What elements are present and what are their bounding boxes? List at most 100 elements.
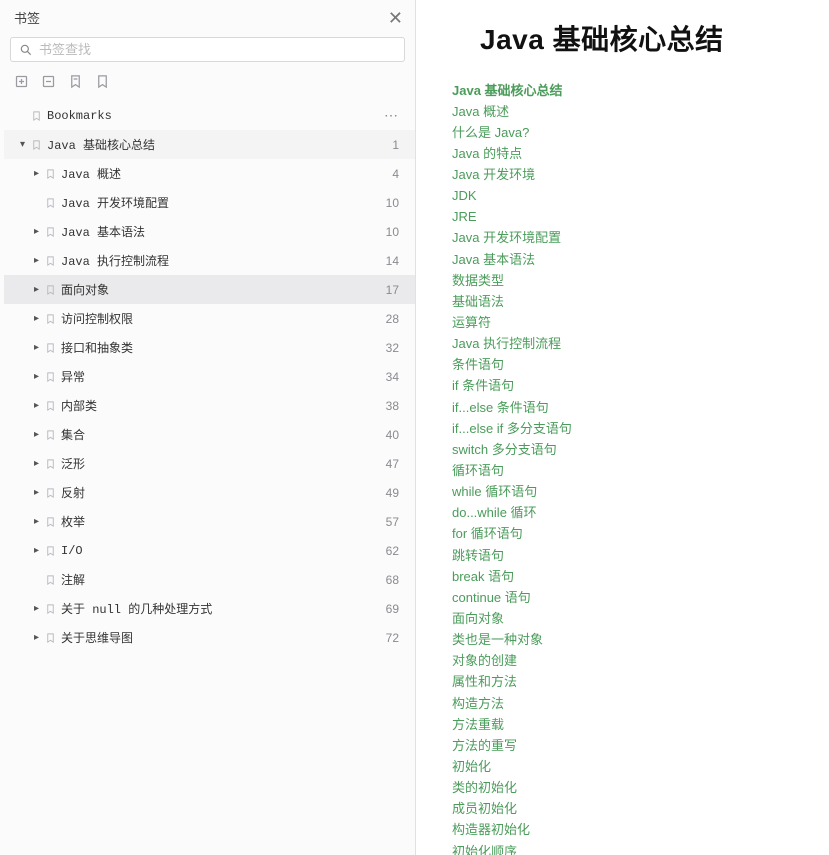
toc-link[interactable]: Java 基本语法 bbox=[452, 249, 829, 270]
chevron-icon[interactable]: ▸ bbox=[34, 487, 43, 498]
row-label: 注解 bbox=[61, 571, 378, 588]
tree-row[interactable]: ▸异常34 bbox=[4, 362, 415, 391]
collapse-all-icon[interactable] bbox=[41, 74, 56, 89]
toc-link[interactable]: JDK bbox=[452, 186, 829, 207]
toc-link[interactable]: 基础语法 bbox=[452, 291, 829, 312]
tree-row[interactable]: ▸泛形47 bbox=[4, 449, 415, 478]
chevron-icon[interactable]: ▸ bbox=[34, 603, 43, 614]
tree-row[interactable]: ▸Java 概述4 bbox=[4, 159, 415, 188]
toc-link[interactable]: 条件语句 bbox=[452, 355, 829, 376]
search-input[interactable] bbox=[39, 42, 396, 57]
row-page: 32 bbox=[386, 341, 399, 355]
panel-toolbar bbox=[0, 66, 415, 99]
row-label: 访问控制权限 bbox=[61, 310, 378, 327]
tree-row[interactable]: ▸Java 基本语法10 bbox=[4, 217, 415, 246]
chevron-icon[interactable]: ▸ bbox=[34, 284, 43, 295]
toc-link[interactable]: 对象的创建 bbox=[452, 651, 829, 672]
chevron-icon[interactable]: ▸ bbox=[34, 313, 43, 324]
toc-link[interactable]: Java 执行控制流程 bbox=[452, 334, 829, 355]
toc-link[interactable]: 循环语句 bbox=[452, 461, 829, 482]
chevron-icon[interactable]: ▾ bbox=[20, 139, 29, 150]
toc-link[interactable]: Java 的特点 bbox=[452, 143, 829, 164]
search-box[interactable] bbox=[10, 37, 405, 62]
document-view[interactable]: Java 基础核心总结 Java 基础核心总结Java 概述什么是 Java?J… bbox=[416, 0, 829, 855]
panel-title: 书签 bbox=[14, 8, 40, 27]
toc-link[interactable]: Java 开发环境 bbox=[452, 165, 829, 186]
toc-link[interactable]: do...while 循环 bbox=[452, 503, 829, 524]
chevron-icon[interactable]: ▸ bbox=[34, 168, 43, 179]
toc-link[interactable]: 初始化 bbox=[452, 757, 829, 778]
toc-link[interactable]: Java 基础核心总结 bbox=[452, 80, 829, 101]
chevron-icon[interactable]: ▸ bbox=[34, 342, 43, 353]
tree-row[interactable]: Java 开发环境配置10 bbox=[4, 188, 415, 217]
tree-row[interactable]: ▾Java 基础核心总结1 bbox=[4, 130, 415, 159]
chevron-icon[interactable]: ▸ bbox=[34, 458, 43, 469]
close-icon[interactable]: ✕ bbox=[388, 9, 403, 27]
bookmark-solid-icon[interactable] bbox=[68, 74, 83, 89]
toc-link[interactable]: 类也是一种对象 bbox=[452, 630, 829, 651]
toc-link[interactable]: 方法的重写 bbox=[452, 735, 829, 756]
toc-link[interactable]: if...else if 多分支语句 bbox=[452, 418, 829, 439]
expand-all-icon[interactable] bbox=[14, 74, 29, 89]
row-label: Bookmarks bbox=[47, 109, 380, 123]
bookmarks-tree[interactable]: Bookmarks⋯▾Java 基础核心总结1▸Java 概述4Java 开发环… bbox=[0, 99, 415, 855]
tree-row[interactable]: ▸I/O62 bbox=[4, 536, 415, 565]
search-row bbox=[0, 33, 415, 66]
toc-link[interactable]: Java 概述 bbox=[452, 101, 829, 122]
bookmark-outline-icon[interactable] bbox=[95, 74, 110, 89]
row-label: 关于思维导图 bbox=[61, 629, 378, 646]
row-label: 面向对象 bbox=[61, 281, 378, 298]
tree-row[interactable]: ▸反射49 bbox=[4, 478, 415, 507]
tree-row[interactable]: ▸ 访问控制权限 28 bbox=[4, 304, 415, 333]
toc-link[interactable]: if 条件语句 bbox=[452, 376, 829, 397]
chevron-icon[interactable]: ▸ bbox=[34, 632, 43, 643]
chevron-icon[interactable]: ▸ bbox=[34, 400, 43, 411]
tree-row[interactable]: ▸关于 null 的几种处理方式69 bbox=[4, 594, 415, 623]
toc-link[interactable]: switch 多分支语句 bbox=[452, 439, 829, 460]
chevron-icon[interactable]: ▸ bbox=[34, 226, 43, 237]
row-page: 28 bbox=[386, 312, 399, 326]
row-page: 40 bbox=[386, 428, 399, 442]
row-label: 枚举 bbox=[61, 513, 378, 530]
toc-link[interactable]: Java 开发环境配置 bbox=[452, 228, 829, 249]
toc-link[interactable]: 方法重载 bbox=[452, 714, 829, 735]
row-label: 内部类 bbox=[61, 397, 378, 414]
toc-link[interactable]: 运算符 bbox=[452, 313, 829, 334]
row-label: Java 基础核心总结 bbox=[47, 136, 384, 153]
row-page: 72 bbox=[386, 631, 399, 645]
page-title: Java 基础核心总结 bbox=[416, 18, 829, 58]
toc-link[interactable]: 面向对象 bbox=[452, 609, 829, 630]
tree-row[interactable]: ▸集合40 bbox=[4, 420, 415, 449]
tree-bookmarks-root[interactable]: Bookmarks ⋯ bbox=[4, 101, 415, 130]
tree-row[interactable]: ▸ 关于思维导图 72 bbox=[4, 623, 415, 652]
chevron-icon[interactable]: ▸ bbox=[34, 516, 43, 527]
toc-link[interactable]: continue 语句 bbox=[452, 587, 829, 608]
toc-link[interactable]: break 语句 bbox=[452, 566, 829, 587]
toc-link[interactable]: while 循环语句 bbox=[452, 482, 829, 503]
toc-link[interactable]: 什么是 Java? bbox=[452, 122, 829, 143]
toc-link[interactable]: 初始化顺序 bbox=[452, 841, 829, 855]
tree-row[interactable]: ▸内部类38 bbox=[4, 391, 415, 420]
toc-link[interactable]: 类的初始化 bbox=[452, 778, 829, 799]
toc-link[interactable]: 跳转语句 bbox=[452, 545, 829, 566]
tree-row[interactable]: ▸枚举57 bbox=[4, 507, 415, 536]
chevron-icon[interactable]: ▸ bbox=[34, 371, 43, 382]
tree-row[interactable]: ▸接口和抽象类32 bbox=[4, 333, 415, 362]
toc-link[interactable]: if...else 条件语句 bbox=[452, 397, 829, 418]
tree-row[interactable]: 注解68 bbox=[4, 565, 415, 594]
row-page: 14 bbox=[386, 254, 399, 268]
row-page: 62 bbox=[386, 544, 399, 558]
toc-link[interactable]: 构造器初始化 bbox=[452, 820, 829, 841]
toc-link[interactable]: 构造方法 bbox=[452, 693, 829, 714]
chevron-icon[interactable]: ▸ bbox=[34, 545, 43, 556]
more-icon[interactable]: ⋯ bbox=[384, 107, 399, 124]
chevron-icon[interactable]: ▸ bbox=[34, 429, 43, 440]
toc-link[interactable]: 成员初始化 bbox=[452, 799, 829, 820]
toc-link[interactable]: JRE bbox=[452, 207, 829, 228]
toc-link[interactable]: for 循环语句 bbox=[452, 524, 829, 545]
chevron-icon[interactable]: ▸ bbox=[34, 255, 43, 266]
toc-link[interactable]: 属性和方法 bbox=[452, 672, 829, 693]
tree-row[interactable]: ▸Java 执行控制流程14 bbox=[4, 246, 415, 275]
toc-link[interactable]: 数据类型 bbox=[452, 270, 829, 291]
tree-row[interactable]: ▸面向对象17 bbox=[4, 275, 415, 304]
